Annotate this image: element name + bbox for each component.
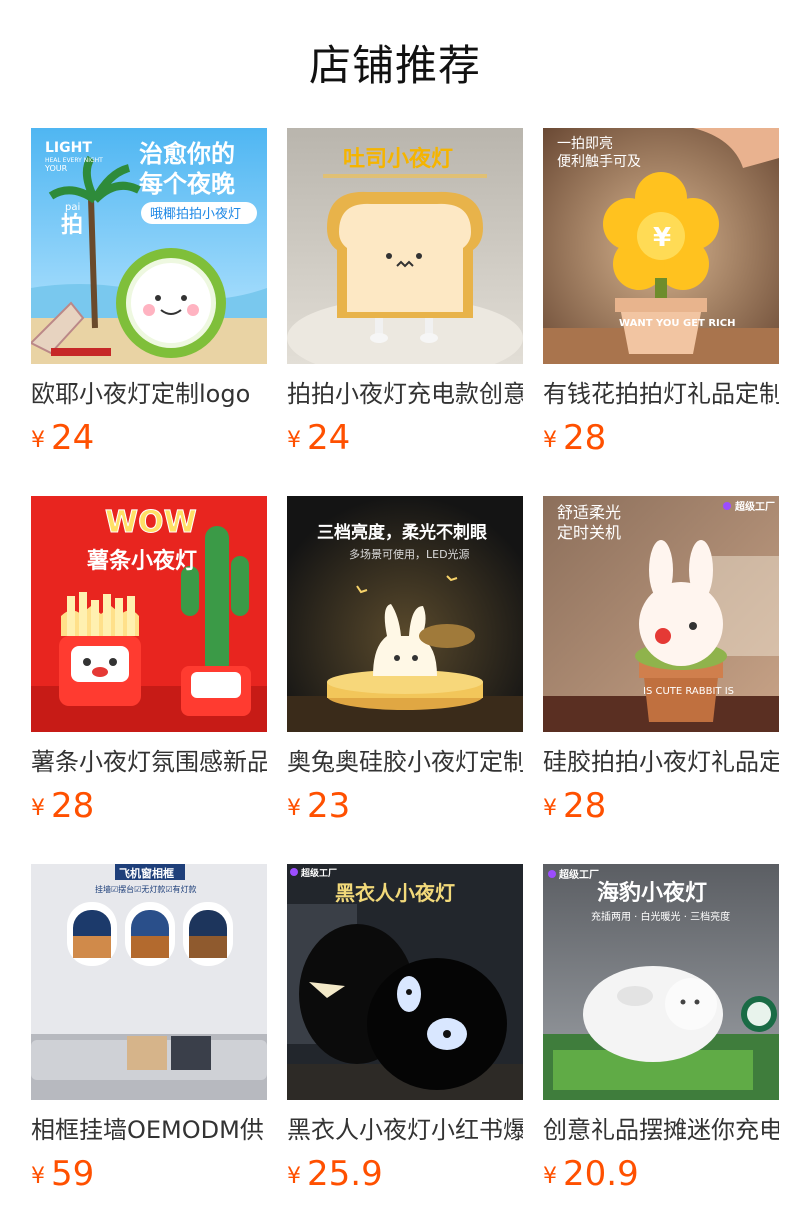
img-text: 每个夜晚 <box>139 170 235 198</box>
img-text: 黑衣人小夜灯 <box>335 881 455 905</box>
product-price: ¥59 <box>31 1154 267 1194</box>
img-text: 便利触手可及 <box>557 154 641 170</box>
currency-symbol: ¥ <box>543 796 557 821</box>
product-card[interactable]: ¥ WANT YOU GET RICH 一拍即亮 便利触手可及 有钱花拍拍灯礼品… <box>543 128 779 458</box>
currency-symbol: ¥ <box>31 796 45 821</box>
img-text: 一拍即亮 <box>557 135 613 152</box>
price-value: 28 <box>563 786 607 826</box>
img-text: 海豹小夜灯 <box>597 880 707 906</box>
price-value: 24 <box>51 418 95 458</box>
img-text: 定时关机 <box>557 523 621 542</box>
currency-symbol: ¥ <box>287 428 301 453</box>
product-price: ¥23 <box>287 786 523 826</box>
img-text: WANT YOU GET RICH <box>619 318 735 329</box>
img-text: HEAL EVERY NIGHT <box>45 157 103 164</box>
img-text: 多场景可使用，LED光源 <box>349 547 470 561</box>
product-card[interactable]: 吐司小夜灯 拍拍小夜灯充电款创意 ¥24 <box>287 128 523 458</box>
product-card[interactable]: 三档亮度，柔光不刺眼 多场景可使用，LED光源 奥兔奥硅胶小夜灯定制 ¥23 <box>287 496 523 826</box>
product-image[interactable]: IS CUTE RABBIT IS 舒适柔光 定时关机 超级工厂 <box>543 496 779 732</box>
product-image[interactable]: 吐司小夜灯 <box>287 128 523 364</box>
product-image[interactable]: ¥ WANT YOU GET RICH 一拍即亮 便利触手可及 <box>543 128 779 364</box>
img-text: 治愈你的 <box>139 140 235 168</box>
img-text: YOUR <box>44 164 68 173</box>
product-price: ¥28 <box>543 786 779 826</box>
product-card[interactable]: 海豹小夜灯 充插两用 · 白光暖光 · 三档亮度 超级工厂 创意礼品摆摊迷你充电… <box>543 864 779 1194</box>
img-text: 超级工厂 <box>300 867 337 879</box>
img-text: 吐司小夜灯 <box>343 146 453 172</box>
product-name[interactable]: 奥兔奥硅胶小夜灯定制 <box>287 746 523 778</box>
price-value: 23 <box>307 786 351 826</box>
product-price: ¥28 <box>543 418 779 458</box>
currency-symbol: ¥ <box>543 428 557 453</box>
img-text: 飞机窗相框 <box>119 866 174 880</box>
product-name[interactable]: 欧耶小夜灯定制logo <box>31 378 267 410</box>
price-value: 25.9 <box>307 1154 383 1194</box>
product-image[interactable]: 黑衣人小夜灯 超级工厂 <box>287 864 523 1100</box>
price-value: 28 <box>563 418 607 458</box>
img-text: WOW <box>105 505 197 540</box>
img-text: ¥ <box>653 223 671 253</box>
img-text: 挂墙☑摆台☑无灯款☑有灯款 <box>95 884 197 894</box>
price-value: 28 <box>51 786 95 826</box>
product-card[interactable]: 飞机窗相框 挂墙☑摆台☑无灯款☑有灯款 相框挂墙OEMODM供 ¥59 <box>31 864 267 1194</box>
product-price: ¥24 <box>287 418 523 458</box>
currency-symbol: ¥ <box>287 1164 301 1189</box>
img-text: 舒适柔光 <box>557 503 621 522</box>
img-text: LIGHT <box>45 140 92 156</box>
product-price: ¥28 <box>31 786 267 826</box>
product-image[interactable]: 三档亮度，柔光不刺眼 多场景可使用，LED光源 <box>287 496 523 732</box>
product-name[interactable]: 黑衣人小夜灯小红书爆 <box>287 1114 523 1146</box>
product-card[interactable]: IS CUTE RABBIT IS 舒适柔光 定时关机 超级工厂 硅胶拍拍小夜灯… <box>543 496 779 826</box>
product-price: ¥20.9 <box>543 1154 779 1194</box>
img-text: IS CUTE RABBIT IS <box>643 686 734 697</box>
product-card[interactable]: LIGHT HEAL EVERY NIGHT YOUR pai 拍 治愈你的 每… <box>31 128 267 458</box>
currency-symbol: ¥ <box>287 796 301 821</box>
product-image[interactable]: 海豹小夜灯 充插两用 · 白光暖光 · 三档亮度 超级工厂 <box>543 864 779 1100</box>
product-image[interactable]: WOW 薯条小夜灯 <box>31 496 267 732</box>
store-recommendations-page: 店铺推荐 LIGHT HEAL EVERY NIGHT YOUR pai 拍 治… <box>0 0 790 1232</box>
img-text: 三档亮度，柔光不刺眼 <box>317 522 487 543</box>
section-title: 店铺推荐 <box>308 41 481 90</box>
product-name[interactable]: 拍拍小夜灯充电款创意 <box>287 378 523 410</box>
img-text: 拍 <box>61 212 83 238</box>
product-name[interactable]: 硅胶拍拍小夜灯礼品定 <box>543 746 779 778</box>
price-value: 24 <box>307 418 351 458</box>
price-value: 59 <box>51 1154 95 1194</box>
currency-symbol: ¥ <box>31 428 45 453</box>
currency-symbol: ¥ <box>31 1164 45 1189</box>
img-text: pai <box>65 202 80 213</box>
img-text: 超级工厂 <box>734 500 775 513</box>
price-value: 20.9 <box>563 1154 639 1194</box>
product-image[interactable]: LIGHT HEAL EVERY NIGHT YOUR pai 拍 治愈你的 每… <box>31 128 267 364</box>
product-name[interactable]: 相框挂墙OEMODM供 <box>31 1114 267 1146</box>
currency-symbol: ¥ <box>543 1164 557 1189</box>
img-text: 超级工厂 <box>558 868 599 881</box>
product-name[interactable]: 创意礼品摆摊迷你充电 <box>543 1114 779 1146</box>
product-card[interactable]: WOW 薯条小夜灯 薯条小夜灯氛围感新品 ¥28 <box>31 496 267 826</box>
img-text: 充插两用 · 白光暖光 · 三档亮度 <box>591 910 730 923</box>
product-card[interactable]: 黑衣人小夜灯 超级工厂 黑衣人小夜灯小红书爆 ¥25.9 <box>287 864 523 1194</box>
img-text: 薯条小夜灯 <box>86 548 197 574</box>
product-price: ¥24 <box>31 418 267 458</box>
product-name[interactable]: 薯条小夜灯氛围感新品 <box>31 746 267 778</box>
product-name[interactable]: 有钱花拍拍灯礼品定制 <box>543 378 779 410</box>
product-price: ¥25.9 <box>287 1154 523 1194</box>
product-image[interactable]: 飞机窗相框 挂墙☑摆台☑无灯款☑有灯款 <box>31 864 267 1100</box>
img-text: 哦椰拍拍小夜灯 <box>150 207 241 222</box>
